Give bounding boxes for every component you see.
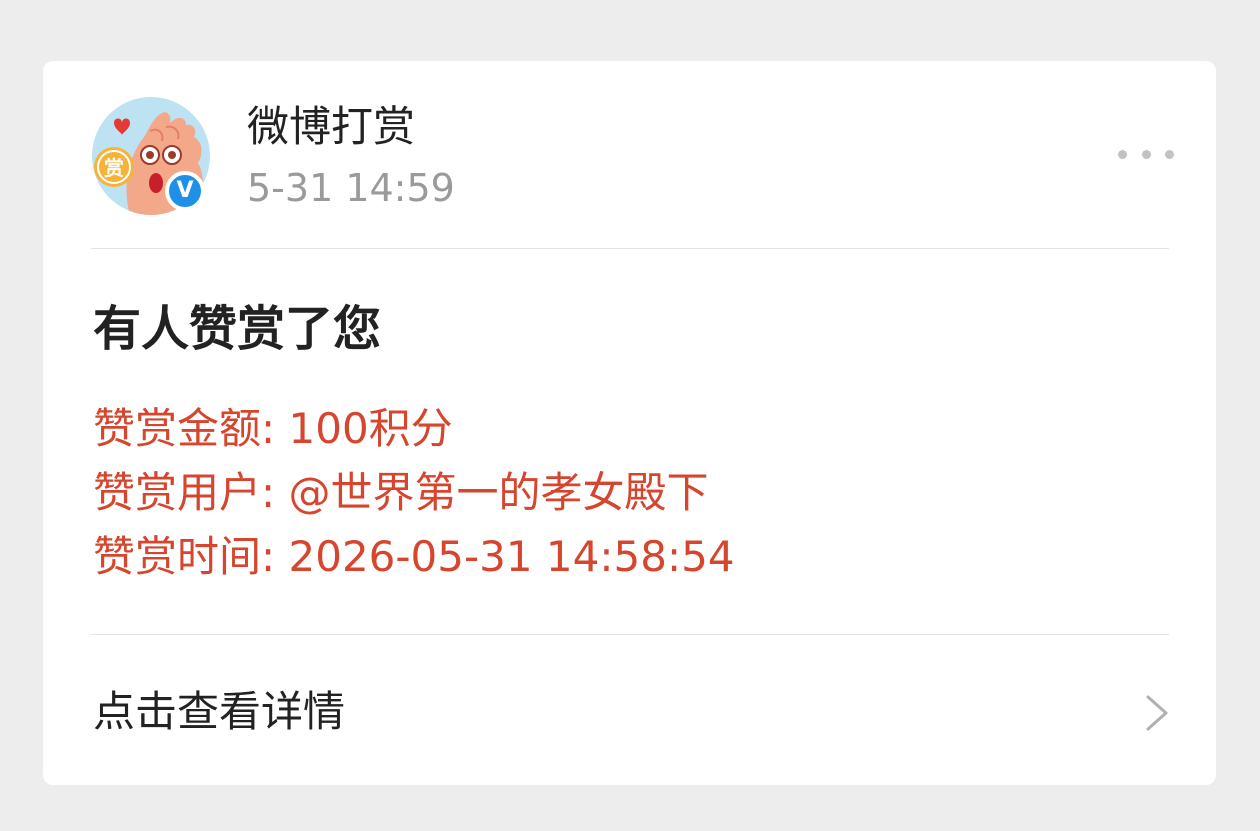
reward-time: 赞赏时间: 2026-05-31 14:58:54 [93,532,735,581]
more-options-button[interactable] [1118,139,1174,169]
more-dot-icon [1141,149,1151,159]
post-time: 5-31 14:59 [247,166,455,210]
reward-amount: 赞赏金额: 100积分 [93,404,453,453]
divider [91,248,1169,249]
reward-user: 赞赏用户: @世界第一的孝女殿下 [93,468,709,517]
more-dot-icon [1165,149,1174,159]
verified-badge-icon: V [165,171,205,211]
more-dot-icon [1118,149,1127,159]
chevron-right-icon [1146,695,1168,731]
account-name[interactable]: 微博打赏 [247,101,415,153]
card-header: 赏 V 微博打赏 5-31 14:59 [43,61,1216,249]
notification-card: 赏 V 微博打赏 5-31 14:59 有人赞赏了您 赞赏金额: 100积分 赞… [43,61,1216,785]
notice-title: 有人赞赏了您 [93,301,382,357]
view-details-row[interactable]: 点击查看详情 [43,635,1216,785]
avatar-coin-label: 赏 [104,156,124,180]
view-details-label: 点击查看详情 [93,687,346,736]
